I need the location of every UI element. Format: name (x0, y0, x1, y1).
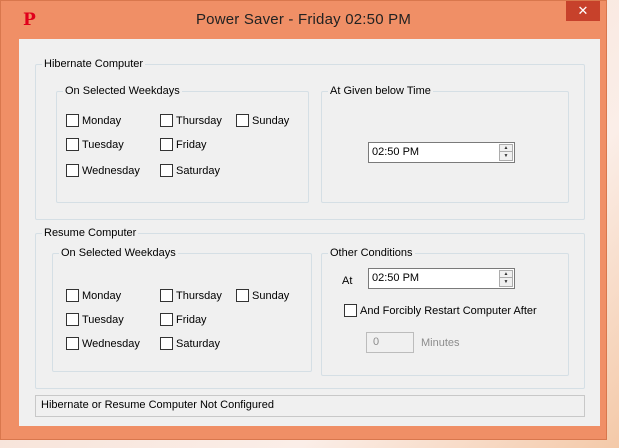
close-button[interactable]: ✕ (566, 1, 600, 21)
hibernate-checkbox-sunday[interactable]: Sunday (236, 114, 289, 127)
status-bar: Hibernate or Resume Computer Not Configu… (35, 395, 585, 417)
hibernate-checkbox-friday[interactable]: Friday (160, 138, 207, 151)
resume-time-spinner[interactable]: ▲ ▼ (499, 270, 513, 287)
hibernate-group: Hibernate Computer On Selected Weekdays … (35, 57, 585, 220)
hibernate-checkbox-monday[interactable]: Monday (66, 114, 121, 127)
resume-checkbox-thursday[interactable]: Thursday (160, 289, 222, 302)
spin-down-icon[interactable]: ▼ (500, 279, 512, 286)
hibernate-time-value: 02:50 PM (372, 146, 420, 158)
resume-weekdays-title: On Selected Weekdays (59, 246, 178, 260)
hibernate-group-title: Hibernate Computer (42, 57, 146, 71)
resume-checkbox-saturday[interactable]: Saturday (160, 337, 220, 350)
title-bar: P Power Saver - Friday 02:50 PM ✕ (1, 1, 606, 37)
resume-weekdays-group: On Selected Weekdays Monday Tuesday Wedn… (52, 246, 312, 372)
resume-conditions-group: Other Conditions At 02:50 PM ▲ ▼ And For… (321, 246, 569, 376)
resume-checkbox-monday[interactable]: Monday (66, 289, 121, 302)
hibernate-time-group: At Given below Time 02:50 PM ▲ ▼ (321, 84, 569, 203)
resume-group-title: Resume Computer (42, 226, 139, 240)
client-area: Hibernate Computer On Selected Weekdays … (19, 39, 600, 426)
window-title: Power Saver - Friday 02:50 PM (195, 11, 412, 28)
force-restart-checkbox[interactable]: And Forcibly Restart Computer After (344, 304, 537, 317)
hibernate-checkbox-wednesday[interactable]: Wednesday (66, 164, 140, 177)
close-icon: ✕ (577, 3, 589, 18)
hibernate-checkbox-tuesday[interactable]: Tuesday (66, 138, 124, 151)
hibernate-checkbox-thursday[interactable]: Thursday (160, 114, 222, 127)
spin-up-icon[interactable]: ▲ (500, 271, 512, 278)
spin-down-icon[interactable]: ▼ (500, 153, 512, 160)
power-saver-window: P Power Saver - Friday 02:50 PM ✕ Hibern… (0, 0, 607, 440)
resume-checkbox-tuesday[interactable]: Tuesday (66, 313, 124, 326)
minutes-input[interactable]: 0 (366, 332, 414, 353)
minutes-label: Minutes (421, 337, 460, 349)
resume-checkbox-sunday[interactable]: Sunday (236, 289, 289, 302)
resume-group: Resume Computer On Selected Weekdays Mon… (35, 226, 585, 389)
hibernate-time-picker[interactable]: 02:50 PM ▲ ▼ (368, 142, 515, 163)
spin-up-icon[interactable]: ▲ (500, 145, 512, 152)
hibernate-checkbox-saturday[interactable]: Saturday (160, 164, 220, 177)
resume-at-label: At (342, 275, 353, 287)
resume-conditions-title: Other Conditions (328, 246, 415, 260)
resume-checkbox-friday[interactable]: Friday (160, 313, 207, 326)
hibernate-time-spinner[interactable]: ▲ ▼ (499, 144, 513, 161)
hibernate-weekdays-title: On Selected Weekdays (63, 84, 182, 98)
resume-checkbox-wednesday[interactable]: Wednesday (66, 337, 140, 350)
resume-time-picker[interactable]: 02:50 PM ▲ ▼ (368, 268, 515, 289)
hibernate-time-title: At Given below Time (328, 84, 433, 98)
hibernate-weekdays-group: On Selected Weekdays Monday Tuesday Wedn… (56, 84, 309, 203)
resume-time-value: 02:50 PM (372, 272, 420, 284)
